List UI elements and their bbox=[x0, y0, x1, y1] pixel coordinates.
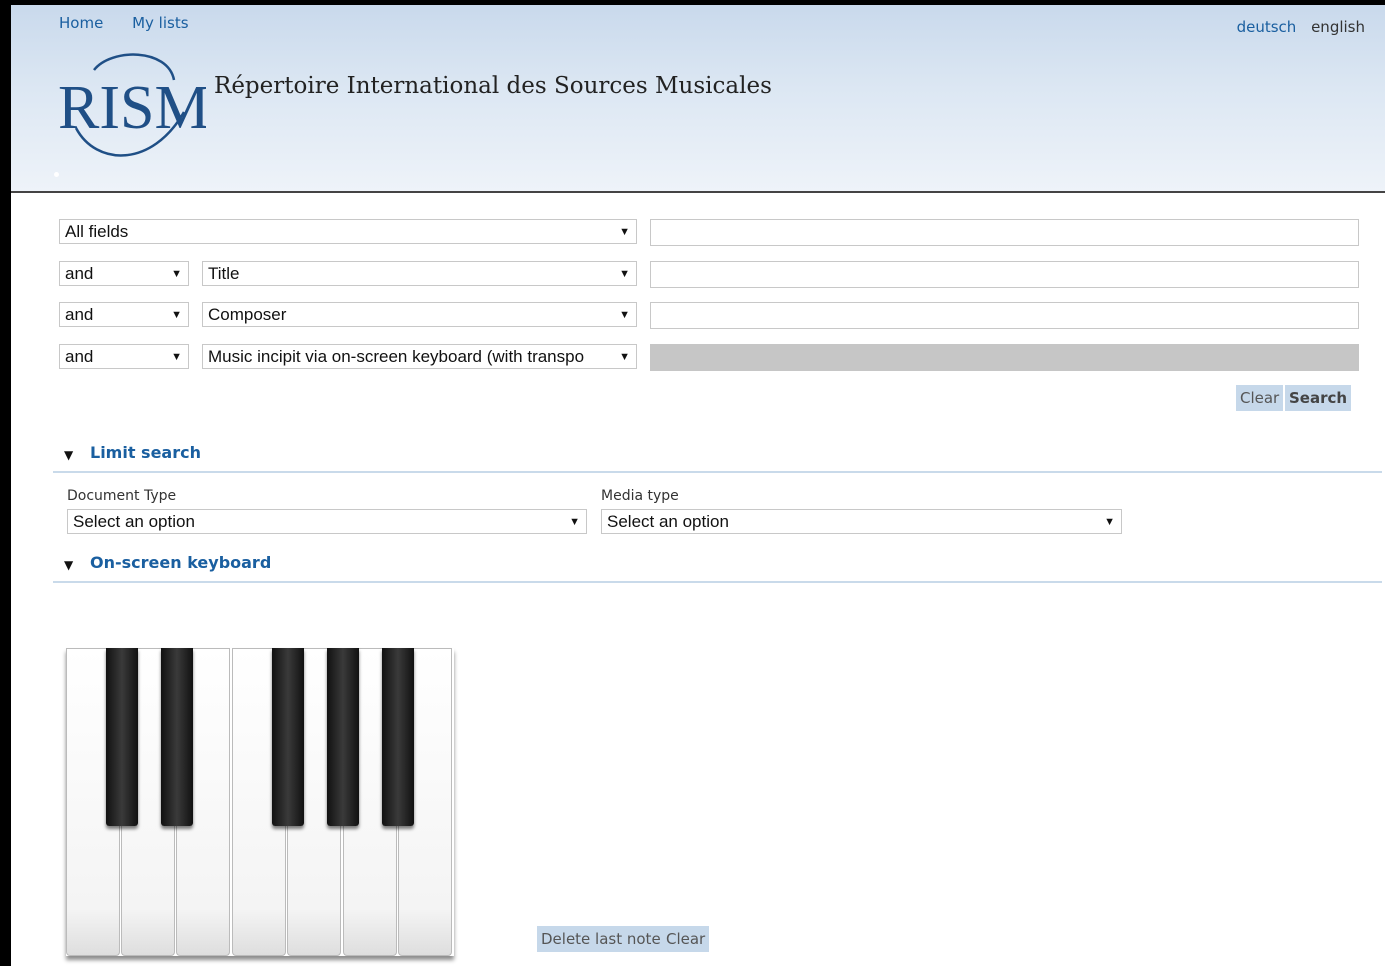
nav-home-link[interactable]: Home bbox=[59, 14, 103, 32]
window-frame-left bbox=[0, 0, 11, 966]
triangle-down-icon: ▼ bbox=[64, 558, 74, 572]
select-value: and bbox=[65, 347, 94, 366]
top-nav: Home My lists bbox=[59, 14, 213, 32]
piano-key-a-sharp[interactable] bbox=[382, 648, 414, 826]
select-value: Select an option bbox=[73, 512, 195, 531]
site-title: Répertoire International des Sources Mus… bbox=[214, 73, 772, 99]
document-type-select[interactable]: Select an option ▼ bbox=[67, 509, 587, 534]
search-button[interactable]: Search bbox=[1285, 385, 1352, 411]
piano-key-f-sharp[interactable] bbox=[272, 648, 304, 826]
search-field-select-4[interactable]: Music incipit via on-screen keyboard (wi… bbox=[202, 344, 637, 369]
piano-key-d-sharp[interactable] bbox=[161, 648, 193, 826]
clear-button[interactable]: Clear bbox=[1236, 385, 1284, 411]
select-value: Composer bbox=[208, 305, 287, 324]
on-screen-keyboard-toggle[interactable]: ▼ On-screen keyboard bbox=[53, 553, 1382, 583]
header-dot bbox=[54, 172, 59, 177]
piano-key-g-sharp[interactable] bbox=[327, 648, 359, 826]
document-type-label: Document Type bbox=[67, 488, 177, 504]
select-value: Select an option bbox=[607, 512, 729, 531]
operator-select-4[interactable]: and ▼ bbox=[59, 344, 189, 369]
dropdown-arrow-icon: ▼ bbox=[171, 351, 182, 363]
select-value: and bbox=[65, 264, 94, 283]
dropdown-arrow-icon: ▼ bbox=[569, 516, 580, 528]
operator-select-2[interactable]: and ▼ bbox=[59, 261, 189, 286]
limit-search-title: Limit search bbox=[90, 443, 201, 462]
dropdown-arrow-icon: ▼ bbox=[1104, 516, 1115, 528]
dropdown-arrow-icon: ▼ bbox=[619, 351, 630, 363]
dropdown-arrow-icon: ▼ bbox=[619, 309, 630, 321]
search-field-select-1[interactable]: All fields ▼ bbox=[59, 219, 637, 244]
dropdown-arrow-icon: ▼ bbox=[619, 226, 630, 238]
operator-select-3[interactable]: and ▼ bbox=[59, 302, 189, 327]
select-value: Music incipit via on-screen keyboard (wi… bbox=[208, 347, 585, 366]
language-switcher: deutsch english bbox=[1237, 18, 1365, 36]
select-value: Title bbox=[208, 264, 240, 283]
search-input-1[interactable] bbox=[650, 219, 1359, 246]
logo-text: RISM bbox=[58, 74, 206, 142]
rism-logo[interactable]: RISM bbox=[56, 50, 206, 162]
keyboard-clear-button[interactable]: Clear bbox=[662, 926, 710, 952]
nav-my-lists-link[interactable]: My lists bbox=[132, 14, 188, 32]
dropdown-arrow-icon: ▼ bbox=[171, 268, 182, 280]
delete-last-note-button[interactable]: Delete last note bbox=[537, 926, 665, 952]
keyboard-title: On-screen keyboard bbox=[90, 553, 272, 572]
language-english-current: english bbox=[1311, 18, 1365, 36]
language-deutsch-link[interactable]: deutsch bbox=[1237, 18, 1297, 36]
media-type-select[interactable]: Select an option ▼ bbox=[601, 509, 1122, 534]
limit-search-toggle[interactable]: ▼ Limit search bbox=[53, 443, 1382, 473]
select-value: and bbox=[65, 305, 94, 324]
piano-keyboard bbox=[66, 648, 454, 956]
search-input-2[interactable] bbox=[650, 261, 1359, 288]
search-field-select-2[interactable]: Title ▼ bbox=[202, 261, 637, 286]
dropdown-arrow-icon: ▼ bbox=[619, 268, 630, 280]
page-header: Home My lists deutsch english RISM Réper… bbox=[11, 5, 1385, 193]
search-field-select-3[interactable]: Composer ▼ bbox=[202, 302, 637, 327]
incipit-input-disabled bbox=[650, 344, 1359, 371]
piano-key-c-sharp[interactable] bbox=[106, 648, 138, 826]
media-type-label: Media type bbox=[601, 488, 679, 504]
triangle-down-icon: ▼ bbox=[64, 448, 74, 462]
dropdown-arrow-icon: ▼ bbox=[171, 309, 182, 321]
search-input-3[interactable] bbox=[650, 302, 1359, 329]
select-value: All fields bbox=[65, 222, 129, 241]
